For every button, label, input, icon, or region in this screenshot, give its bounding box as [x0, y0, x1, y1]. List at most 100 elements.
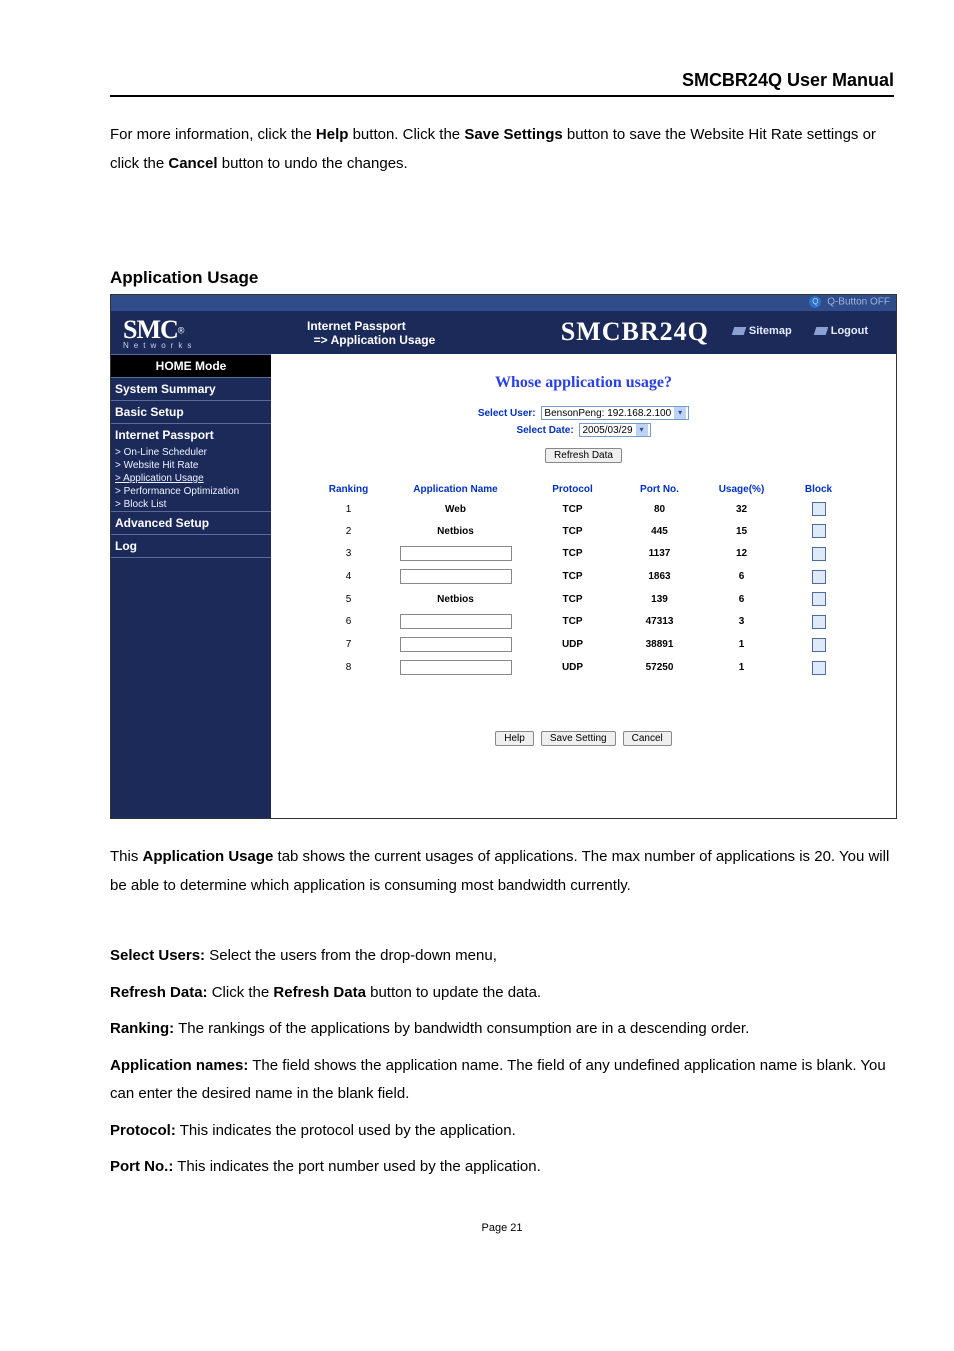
- table-row: 5NetbiosTCP1396: [313, 589, 855, 609]
- table-row: 8UDP572501: [313, 657, 855, 678]
- cell-rank: 4: [313, 566, 385, 587]
- cell-appname: [385, 657, 527, 678]
- block-checkbox[interactable]: [812, 638, 826, 652]
- cell-block: [783, 521, 855, 541]
- cell-block: [783, 611, 855, 632]
- block-checkbox[interactable]: [812, 547, 826, 561]
- sidebar-subitem[interactable]: > Website Hit Rate: [111, 459, 271, 472]
- cell-rank: 6: [313, 611, 385, 632]
- logo-subtext: Networks: [123, 341, 283, 350]
- cell-port: 57250: [619, 657, 701, 678]
- cell-usage: 15: [701, 521, 783, 541]
- cell-rank: 5: [313, 589, 385, 609]
- usage-table: Ranking Application Name Protocol Port N…: [313, 480, 855, 680]
- field-description: Ranking: The rankings of the application…: [110, 1015, 894, 1044]
- th-block: Block: [783, 482, 855, 497]
- cell-rank: 2: [313, 521, 385, 541]
- block-checkbox[interactable]: [812, 524, 826, 538]
- appname-input[interactable]: [400, 660, 512, 675]
- table-row: 7UDP388911: [313, 634, 855, 655]
- cell-block: [783, 566, 855, 587]
- sidebar: HOME Mode System SummaryBasic SetupInter…: [111, 354, 271, 818]
- th-appname: Application Name: [385, 482, 527, 497]
- sidebar-item[interactable]: Basic Setup: [111, 400, 271, 423]
- appname-input[interactable]: [400, 569, 512, 584]
- cell-appname: Netbios: [385, 589, 527, 609]
- topbar: Q Q-Button OFF: [111, 295, 896, 311]
- sitemap-link[interactable]: Sitemap: [723, 325, 802, 337]
- table-row: 1WebTCP8032: [313, 499, 855, 519]
- cell-rank: 3: [313, 543, 385, 564]
- help-button[interactable]: Help: [495, 731, 534, 746]
- sidebar-subitem[interactable]: > Application Usage: [111, 472, 271, 485]
- field-description: Refresh Data: Click the Refresh Data but…: [110, 979, 894, 1008]
- cell-usage: 6: [701, 589, 783, 609]
- cell-protocol: TCP: [527, 521, 619, 541]
- qbutton-icon: Q: [809, 296, 821, 308]
- qbutton-label: Q-Button OFF: [827, 297, 890, 308]
- select-user-dropdown[interactable]: BensonPeng: 192.168.2.100 ▾: [541, 406, 689, 420]
- cell-port: 1137: [619, 543, 701, 564]
- intro-paragraph: For more information, click the Help but…: [110, 121, 894, 178]
- appname-input[interactable]: [400, 637, 512, 652]
- field-description: Select Users: Select the users from the …: [110, 942, 894, 971]
- block-checkbox[interactable]: [812, 661, 826, 675]
- block-checkbox[interactable]: [812, 570, 826, 584]
- sidebar-item[interactable]: Internet Passport: [111, 423, 271, 446]
- th-ranking: Ranking: [313, 482, 385, 497]
- block-checkbox[interactable]: [812, 592, 826, 606]
- table-row: 2NetbiosTCP44515: [313, 521, 855, 541]
- logo: SMC® Networks: [111, 311, 283, 354]
- cell-appname: [385, 543, 527, 564]
- content-panel: Whose application usage? Select User: Be…: [271, 354, 896, 818]
- sidebar-subitem[interactable]: > Performance Optimization: [111, 485, 271, 498]
- page-number: Page 21: [110, 1222, 894, 1234]
- field-description: Protocol: This indicates the protocol us…: [110, 1117, 894, 1146]
- table-row: 3TCP113712: [313, 543, 855, 564]
- cell-port: 1863: [619, 566, 701, 587]
- logout-link[interactable]: Logout: [805, 325, 878, 337]
- sidebar-item[interactable]: Advanced Setup: [111, 511, 271, 534]
- cell-block: [783, 657, 855, 678]
- cell-usage: 32: [701, 499, 783, 519]
- sidebar-item[interactable]: System Summary: [111, 377, 271, 400]
- chevron-down-icon: ▾: [674, 407, 686, 419]
- cancel-button[interactable]: Cancel: [623, 731, 672, 746]
- cell-rank: 1: [313, 499, 385, 519]
- doc-title: SMCBR24Q User Manual: [110, 70, 894, 97]
- cell-protocol: TCP: [527, 499, 619, 519]
- cell-block: [783, 634, 855, 655]
- select-date-dropdown[interactable]: 2005/03/29 ▾: [579, 423, 650, 437]
- field-description: Application names: The field shows the a…: [110, 1052, 894, 1109]
- sidebar-item[interactable]: Log: [111, 534, 271, 557]
- cell-appname: [385, 634, 527, 655]
- block-checkbox[interactable]: [812, 502, 826, 516]
- cell-appname: Web: [385, 499, 527, 519]
- save-button[interactable]: Save Setting: [541, 731, 616, 746]
- field-description: Port No.: This indicates the port number…: [110, 1153, 894, 1182]
- app-screenshot: Q Q-Button OFF SMC® Networks Internet Pa…: [110, 294, 897, 819]
- cell-protocol: TCP: [527, 543, 619, 564]
- cell-port: 445: [619, 521, 701, 541]
- cell-port: 80: [619, 499, 701, 519]
- select-user-value: BensonPeng: 192.168.2.100: [544, 408, 671, 419]
- model-label: SMCBR24Q: [561, 311, 723, 354]
- cell-usage: 3: [701, 611, 783, 632]
- cell-protocol: UDP: [527, 657, 619, 678]
- cell-protocol: UDP: [527, 634, 619, 655]
- sidebar-subitem[interactable]: > On-Line Scheduler: [111, 446, 271, 459]
- cell-block: [783, 499, 855, 519]
- cell-usage: 1: [701, 634, 783, 655]
- cell-protocol: TCP: [527, 589, 619, 609]
- cell-port: 139: [619, 589, 701, 609]
- cell-protocol: TCP: [527, 611, 619, 632]
- th-port: Port No.: [619, 482, 701, 497]
- sidebar-subitem[interactable]: > Block List: [111, 498, 271, 511]
- appname-input[interactable]: [400, 614, 512, 629]
- cell-protocol: TCP: [527, 566, 619, 587]
- cell-appname: [385, 566, 527, 587]
- refresh-data-button[interactable]: Refresh Data: [545, 448, 622, 463]
- cell-port: 47313: [619, 611, 701, 632]
- appname-input[interactable]: [400, 546, 512, 561]
- block-checkbox[interactable]: [812, 615, 826, 629]
